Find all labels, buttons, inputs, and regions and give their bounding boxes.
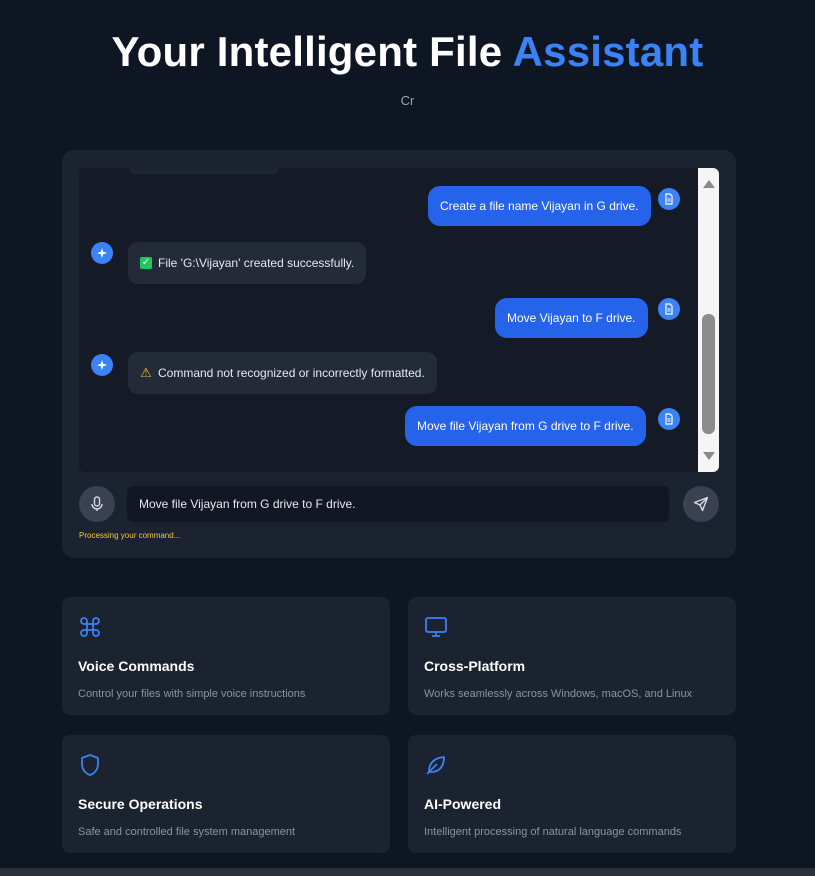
message-text: Command not recognized or incorrectly fo…: [158, 366, 425, 380]
monitor-icon: [425, 617, 447, 637]
chat-card: Create a file name Vijayan in G drive. ✓…: [62, 150, 736, 558]
processing-status: Processing your command...: [79, 531, 181, 540]
warning-icon: ⚠: [140, 365, 152, 380]
file-icon: [665, 303, 673, 315]
send-button[interactable]: [683, 486, 719, 522]
success-check-icon: ✓: [140, 257, 152, 269]
sparkle-icon: [97, 248, 107, 258]
shield-icon: [81, 754, 99, 776]
feature-title: Voice Commands: [78, 658, 195, 674]
scroll-thumb[interactable]: [702, 314, 715, 434]
page-subtitle: Cr: [400, 93, 415, 108]
feature-description: Intelligent processing of natural langua…: [424, 826, 682, 838]
file-icon: [665, 193, 673, 205]
scroll-down-arrow-icon[interactable]: [703, 452, 715, 460]
chat-scrollbar[interactable]: [698, 168, 719, 472]
sparkle-icon: [97, 360, 107, 370]
message-text: Move Vijayan to F drive.: [507, 311, 636, 325]
bot-avatar: [91, 242, 113, 264]
command-icon: [80, 617, 100, 637]
title-accent: Assistant: [512, 28, 704, 75]
bot-message: ✓ File 'G:\Vijayan' created successfully…: [128, 242, 367, 284]
feature-description: Control your files with simple voice ins…: [78, 688, 306, 700]
leaf-icon: [426, 756, 445, 775]
user-message: Move file Vijayan from G drive to F driv…: [405, 406, 646, 446]
microphone-button[interactable]: [79, 486, 115, 522]
user-message: Create a file name Vijayan in G drive.: [428, 186, 651, 226]
feature-description: Safe and controlled file system manageme…: [78, 826, 296, 838]
user-avatar: [658, 188, 680, 210]
feature-title: Cross-Platform: [424, 658, 526, 674]
bot-avatar: [91, 354, 113, 376]
user-message: Move Vijayan to F drive.: [495, 298, 648, 338]
bot-message: ⚠ Command not recognized or incorrectly …: [128, 352, 437, 394]
send-icon: [693, 496, 709, 512]
message-text: Move file Vijayan from G drive to F driv…: [417, 419, 634, 433]
user-avatar: [658, 408, 680, 430]
message-text: Create a file name Vijayan in G drive.: [440, 199, 639, 213]
user-avatar: [658, 298, 680, 320]
command-input[interactable]: [127, 486, 669, 522]
feature-card-ai-powered: AI-Powered Intelligent processing of nat…: [408, 735, 736, 853]
chat-window[interactable]: Create a file name Vijayan in G drive. ✓…: [79, 168, 719, 472]
page-title: Your Intelligent File Assistant: [0, 28, 815, 76]
feature-card-secure-operations: Secure Operations Safe and controlled fi…: [62, 735, 390, 853]
message-text: File 'G:\Vijayan' created successfully.: [158, 256, 355, 270]
feature-card-voice-commands: Voice Commands Control your files with s…: [62, 597, 390, 715]
bottom-edge-bar: [0, 868, 815, 876]
scroll-up-arrow-icon[interactable]: [703, 180, 715, 188]
feature-title: Secure Operations: [78, 796, 203, 812]
previous-message-edge: [129, 168, 279, 174]
file-icon: [665, 413, 673, 425]
microphone-icon: [91, 496, 103, 511]
feature-title: AI-Powered: [424, 796, 502, 812]
feature-description: Works seamlessly across Windows, macOS, …: [424, 688, 693, 700]
title-main: Your Intelligent File: [111, 28, 503, 75]
feature-card-cross-platform: Cross-Platform Works seamlessly across W…: [408, 597, 736, 715]
